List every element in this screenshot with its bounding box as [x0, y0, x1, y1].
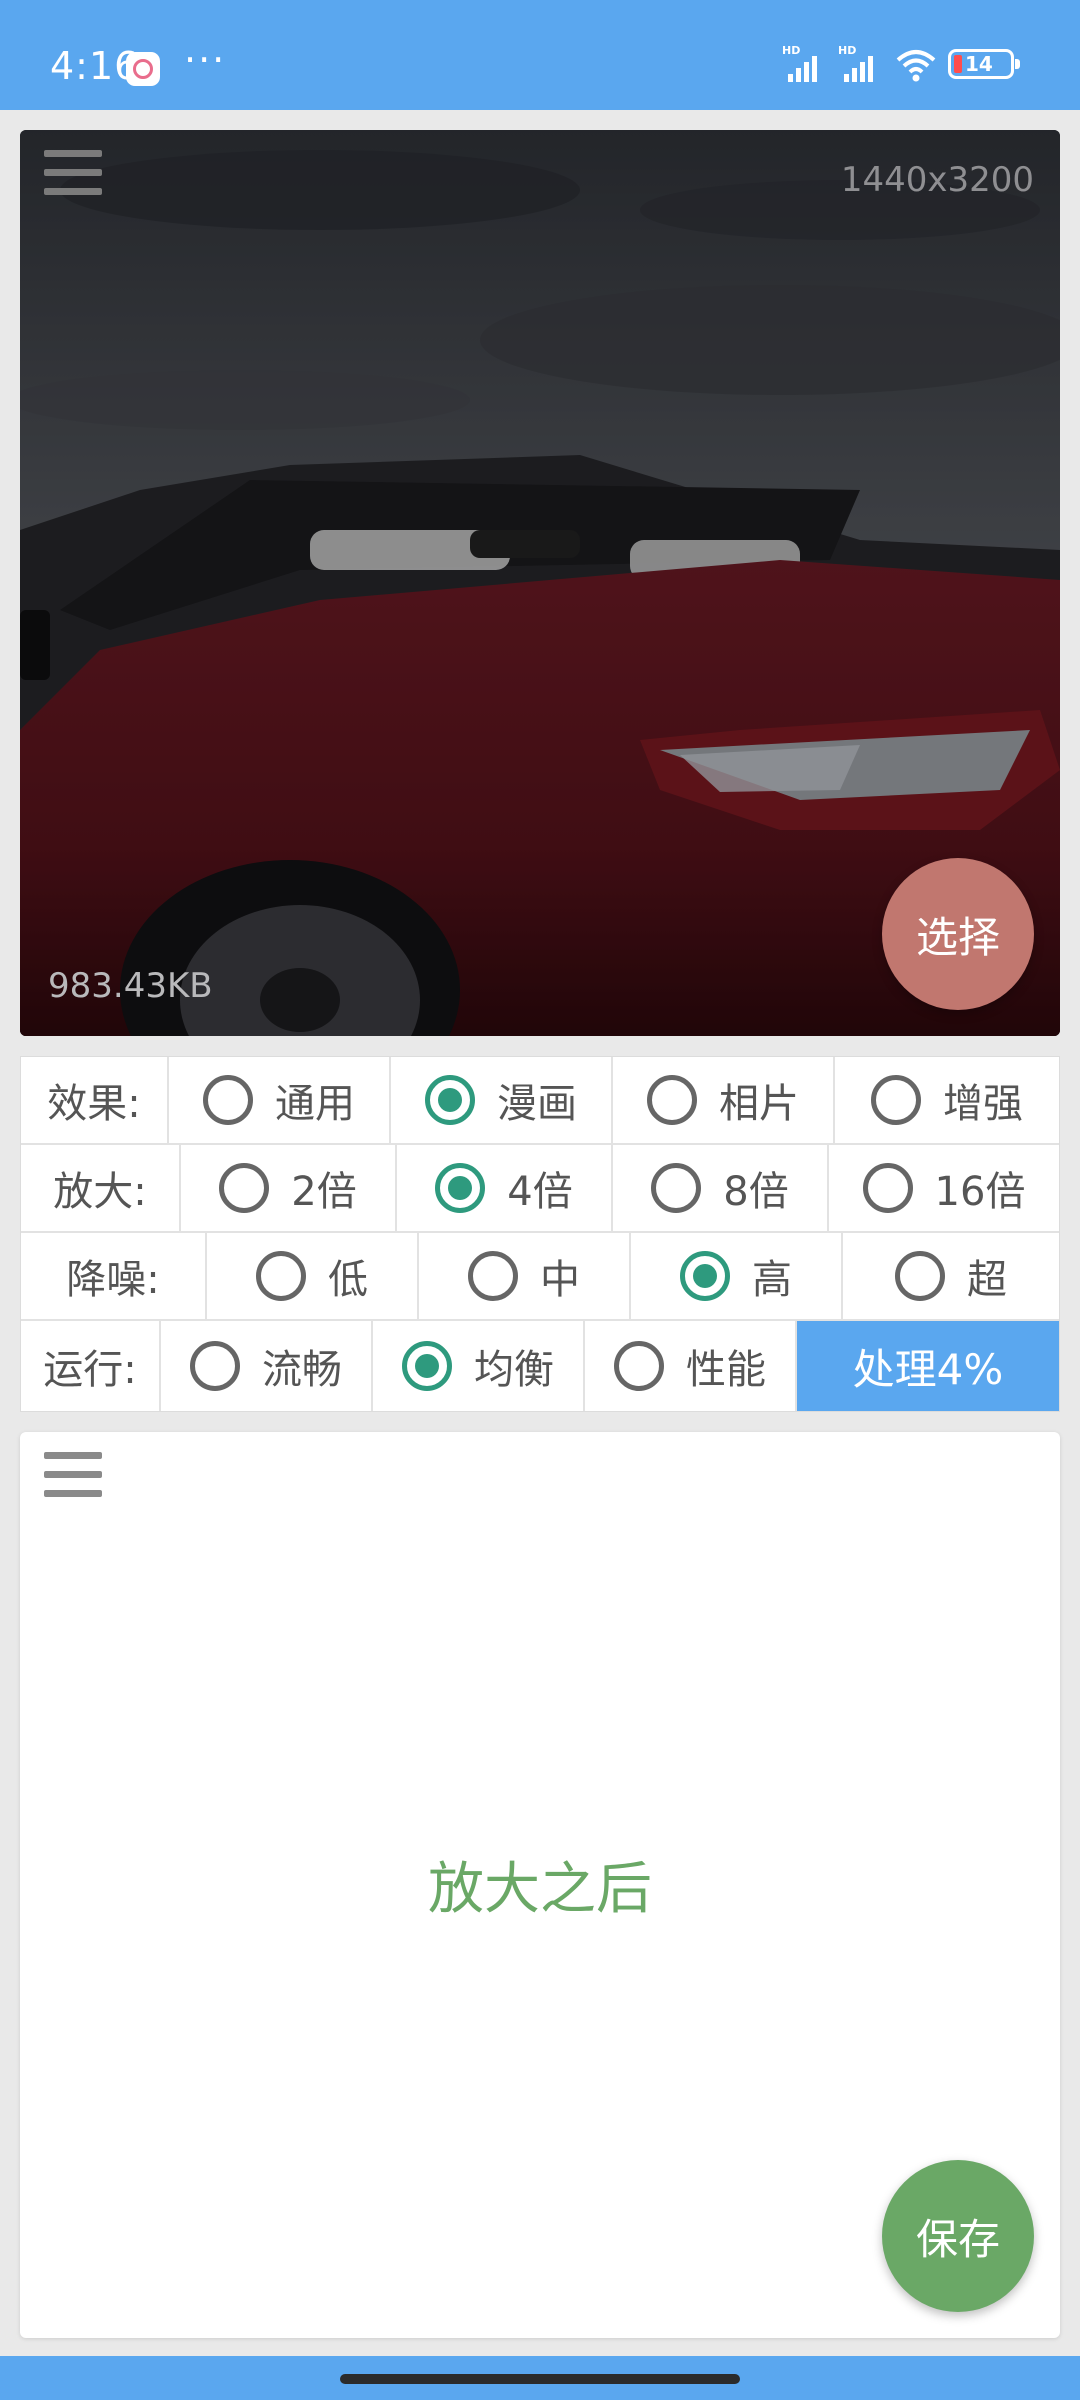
menu-icon[interactable] [44, 150, 102, 200]
scale-row: 放大: 2倍 4倍 8倍 16倍 [21, 1145, 1059, 1233]
run-option[interactable]: 流畅 [161, 1321, 373, 1411]
run-option-label: 性能 [686, 1347, 766, 1393]
effect-option-label: 增强 [943, 1081, 1023, 1127]
battery-icon: 14 [948, 49, 1020, 79]
effect-row: 效果: 通用 漫画 相片 增强 [21, 1057, 1059, 1145]
app-notification-icon [126, 52, 160, 86]
effect-option-label: 相片 [719, 1081, 799, 1127]
signal-icon-2: HD [838, 44, 884, 84]
effect-option[interactable]: 相片 [613, 1057, 835, 1143]
home-gesture-handle[interactable] [340, 2374, 740, 2384]
denoise-option[interactable]: 低 [207, 1233, 419, 1319]
status-icons: HD HD 14 [782, 44, 1020, 84]
battery-level: 14 [965, 52, 993, 76]
select-image-button[interactable]: 选择 [882, 858, 1034, 1010]
denoise-option-label: 低 [328, 1257, 368, 1303]
radio-icon[interactable] [895, 1251, 945, 1301]
radio-checked-icon[interactable] [435, 1163, 486, 1213]
signal-icon: HD [782, 44, 828, 84]
scale-option[interactable]: 4倍 [397, 1145, 613, 1231]
effect-option[interactable]: 通用 [169, 1057, 391, 1143]
radio-icon[interactable] [862, 1163, 913, 1213]
effect-label: 效果: [21, 1057, 169, 1143]
result-image-panel[interactable]: 放大之后 保存 [20, 1432, 1060, 2338]
process-button[interactable]: 处理4% [797, 1321, 1059, 1411]
run-option[interactable]: 均衡 [373, 1321, 585, 1411]
effect-option-label: 通用 [275, 1081, 355, 1127]
status-bar: 4:16 ··· HD HD 14 [0, 0, 1080, 110]
denoise-label: 降噪: [21, 1233, 207, 1319]
navigation-bar [0, 2356, 1080, 2400]
scale-option[interactable]: 2倍 [181, 1145, 397, 1231]
run-option-label: 流畅 [262, 1347, 342, 1393]
radio-icon[interactable] [614, 1341, 664, 1391]
radio-icon[interactable] [256, 1251, 306, 1301]
radio-icon[interactable] [647, 1075, 697, 1125]
scale-option[interactable]: 16倍 [829, 1145, 1059, 1231]
scale-option-label: 8倍 [723, 1169, 789, 1215]
wifi-icon [896, 50, 936, 82]
radio-icon[interactable] [190, 1341, 240, 1391]
denoise-option-label: 高 [752, 1257, 792, 1303]
options-grid: 效果: 通用 漫画 相片 增强 放大: 2倍 4倍 8倍 16倍 降噪: 低 中… [20, 1056, 1060, 1412]
result-placeholder: 放大之后 [428, 1857, 652, 1922]
radio-icon[interactable] [651, 1163, 702, 1213]
denoise-option[interactable]: 中 [419, 1233, 631, 1319]
run-option-label: 均衡 [474, 1347, 554, 1393]
denoise-option[interactable]: 高 [631, 1233, 843, 1319]
radio-icon[interactable] [468, 1251, 518, 1301]
denoise-option[interactable]: 超 [843, 1233, 1059, 1319]
effect-option-label: 漫画 [497, 1081, 577, 1127]
menu-icon[interactable] [44, 1452, 102, 1502]
save-button[interactable]: 保存 [882, 2160, 1034, 2312]
scale-option-label: 16倍 [934, 1169, 1026, 1215]
run-row: 运行: 流畅 均衡 性能 处理4% [21, 1321, 1059, 1411]
run-option[interactable]: 性能 [585, 1321, 797, 1411]
denoise-row: 降噪: 低 中 高 超 [21, 1233, 1059, 1321]
radio-checked-icon[interactable] [425, 1075, 475, 1125]
scale-option[interactable]: 8倍 [613, 1145, 829, 1231]
more-notifications-icon: ··· [184, 38, 227, 82]
radio-icon[interactable] [219, 1163, 270, 1213]
radio-icon[interactable] [203, 1075, 253, 1125]
denoise-option-label: 中 [540, 1257, 580, 1303]
run-label: 运行: [21, 1321, 161, 1411]
effect-option[interactable]: 漫画 [391, 1057, 613, 1143]
denoise-option-label: 超 [967, 1257, 1007, 1303]
scale-label: 放大: [21, 1145, 181, 1231]
effect-option[interactable]: 增强 [835, 1057, 1059, 1143]
scale-option-label: 4倍 [507, 1169, 573, 1215]
image-file-size: 983.43KB [48, 966, 213, 1006]
scale-option-label: 2倍 [291, 1169, 357, 1215]
source-image-panel[interactable]: 1440x3200 983.43KB 选择 [20, 130, 1060, 1036]
radio-checked-icon[interactable] [402, 1341, 452, 1391]
image-resolution: 1440x3200 [840, 160, 1034, 200]
radio-checked-icon[interactable] [680, 1251, 730, 1301]
radio-icon[interactable] [871, 1075, 921, 1125]
